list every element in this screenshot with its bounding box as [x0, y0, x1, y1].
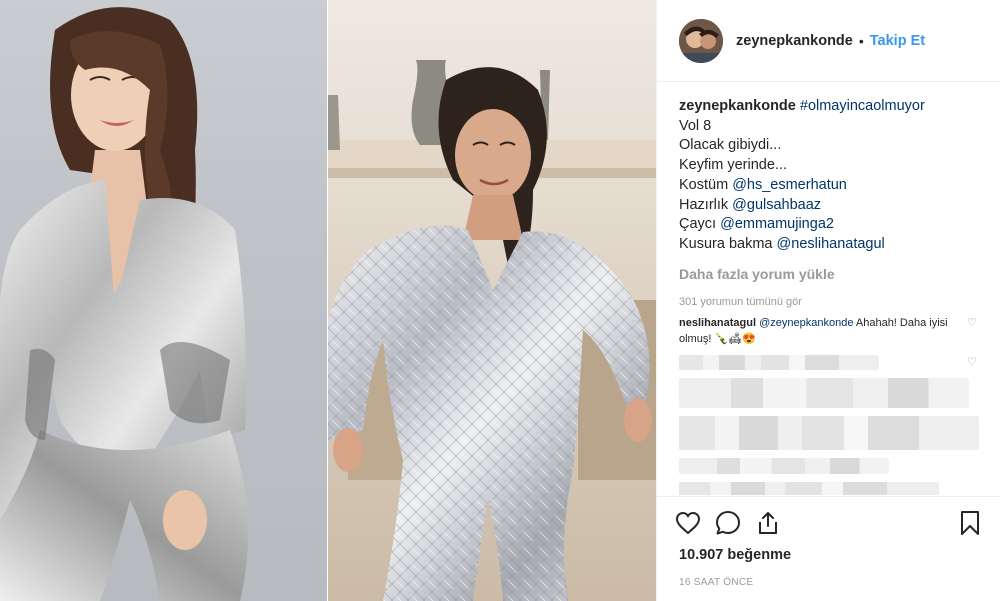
post-sidebar: zeynepkankonde • Takip Et zeynepkankonde… — [656, 0, 1000, 601]
credit-label: Hazırlık — [679, 196, 733, 213]
blurred-comment: ♡ — [679, 354, 979, 370]
view-all-comments-link[interactable]: 301 yorumun tümünü gör — [679, 296, 979, 308]
post-header: zeynepkankonde • Takip Et — [657, 0, 1000, 82]
post-timestamp: 16 SAAT ÖNCE — [679, 577, 754, 588]
blurred-text — [679, 354, 879, 370]
silver-suit-illustration — [0, 7, 248, 601]
photo-right — [328, 0, 656, 601]
caption-credit: Kostüm @hs_esmerhatun — [679, 176, 979, 196]
comments-section[interactable]: zeynepkankonde #olmayincaolmuyor Vol 8 O… — [657, 83, 1000, 495]
caption-credit: Hazırlık @gulsahbaaz — [679, 196, 979, 216]
heart-icon[interactable]: ♡ — [967, 355, 979, 368]
heart-icon[interactable] — [675, 510, 701, 536]
avatar-image — [679, 18, 723, 63]
comment-body: neslihanatagul @zeynepkankonde Ahahah! D… — [679, 315, 961, 347]
caption-line: Keyfim yerinde... — [679, 157, 787, 174]
avatar[interactable] — [679, 18, 723, 63]
credit-label: Kusura bakma — [679, 235, 777, 252]
blurred-text — [679, 481, 939, 495]
credit-mention[interactable]: @gulsahbaaz — [732, 197, 821, 213]
like-count[interactable]: 10.907 beğenme — [675, 547, 983, 563]
photo-left — [0, 0, 328, 601]
credit-label: Çaycı — [679, 216, 721, 233]
blurred-comment — [679, 415, 979, 450]
bookmark-icon[interactable] — [957, 510, 983, 536]
credit-label: Kostüm — [679, 176, 733, 193]
caption-credit: Çaycı @emmamujinga2 — [679, 215, 979, 235]
blurred-comment — [679, 481, 979, 495]
heart-icon[interactable]: ♡ — [967, 315, 979, 347]
comment-item: neslihanatagul @zeynepkankonde Ahahah! D… — [679, 315, 979, 347]
blurred-text — [679, 457, 889, 474]
foil-costume-illustration — [328, 60, 656, 601]
comment-mention[interactable]: @zeynepkankonde — [759, 317, 853, 329]
follow-button[interactable]: Takip Et — [870, 33, 925, 49]
blurred-text — [679, 377, 969, 408]
action-icons — [675, 509, 983, 537]
blurred-text — [679, 415, 979, 450]
caption-hashtag[interactable]: #olmayincaolmuyor — [800, 98, 925, 114]
share-icon[interactable] — [755, 510, 781, 536]
credit-mention[interactable]: @emmamujinga2 — [720, 216, 834, 232]
caption-line: Olacak gibiydi... — [679, 137, 782, 154]
caption-line: Vol 8 — [679, 117, 712, 134]
caption: zeynepkankonde #olmayincaolmuyor Vol 8 O… — [679, 97, 979, 255]
separator-dot: • — [858, 32, 864, 49]
credit-mention[interactable]: @hs_esmerhatun — [732, 177, 847, 193]
caption-credit: Kusura bakma @neslihanatagul — [679, 235, 979, 255]
caption-username[interactable]: zeynepkankonde — [679, 98, 796, 114]
comment-username[interactable]: neslihanatagul — [679, 317, 756, 329]
credit-mention[interactable]: @neslihanatagul — [777, 236, 885, 252]
post-media[interactable] — [0, 0, 656, 601]
post-actions: 10.907 beğenme 16 SAAT ÖNCE — [657, 496, 1000, 601]
caption-first-line: zeynepkankonde #olmayincaolmuyor — [679, 97, 979, 117]
load-more-comments-button[interactable]: Daha fazla yorum yükle — [679, 266, 979, 282]
comment-icon[interactable] — [715, 510, 741, 536]
blurred-comment — [679, 457, 979, 474]
blurred-comment — [679, 377, 979, 408]
header-username[interactable]: zeynepkankonde — [736, 33, 853, 49]
